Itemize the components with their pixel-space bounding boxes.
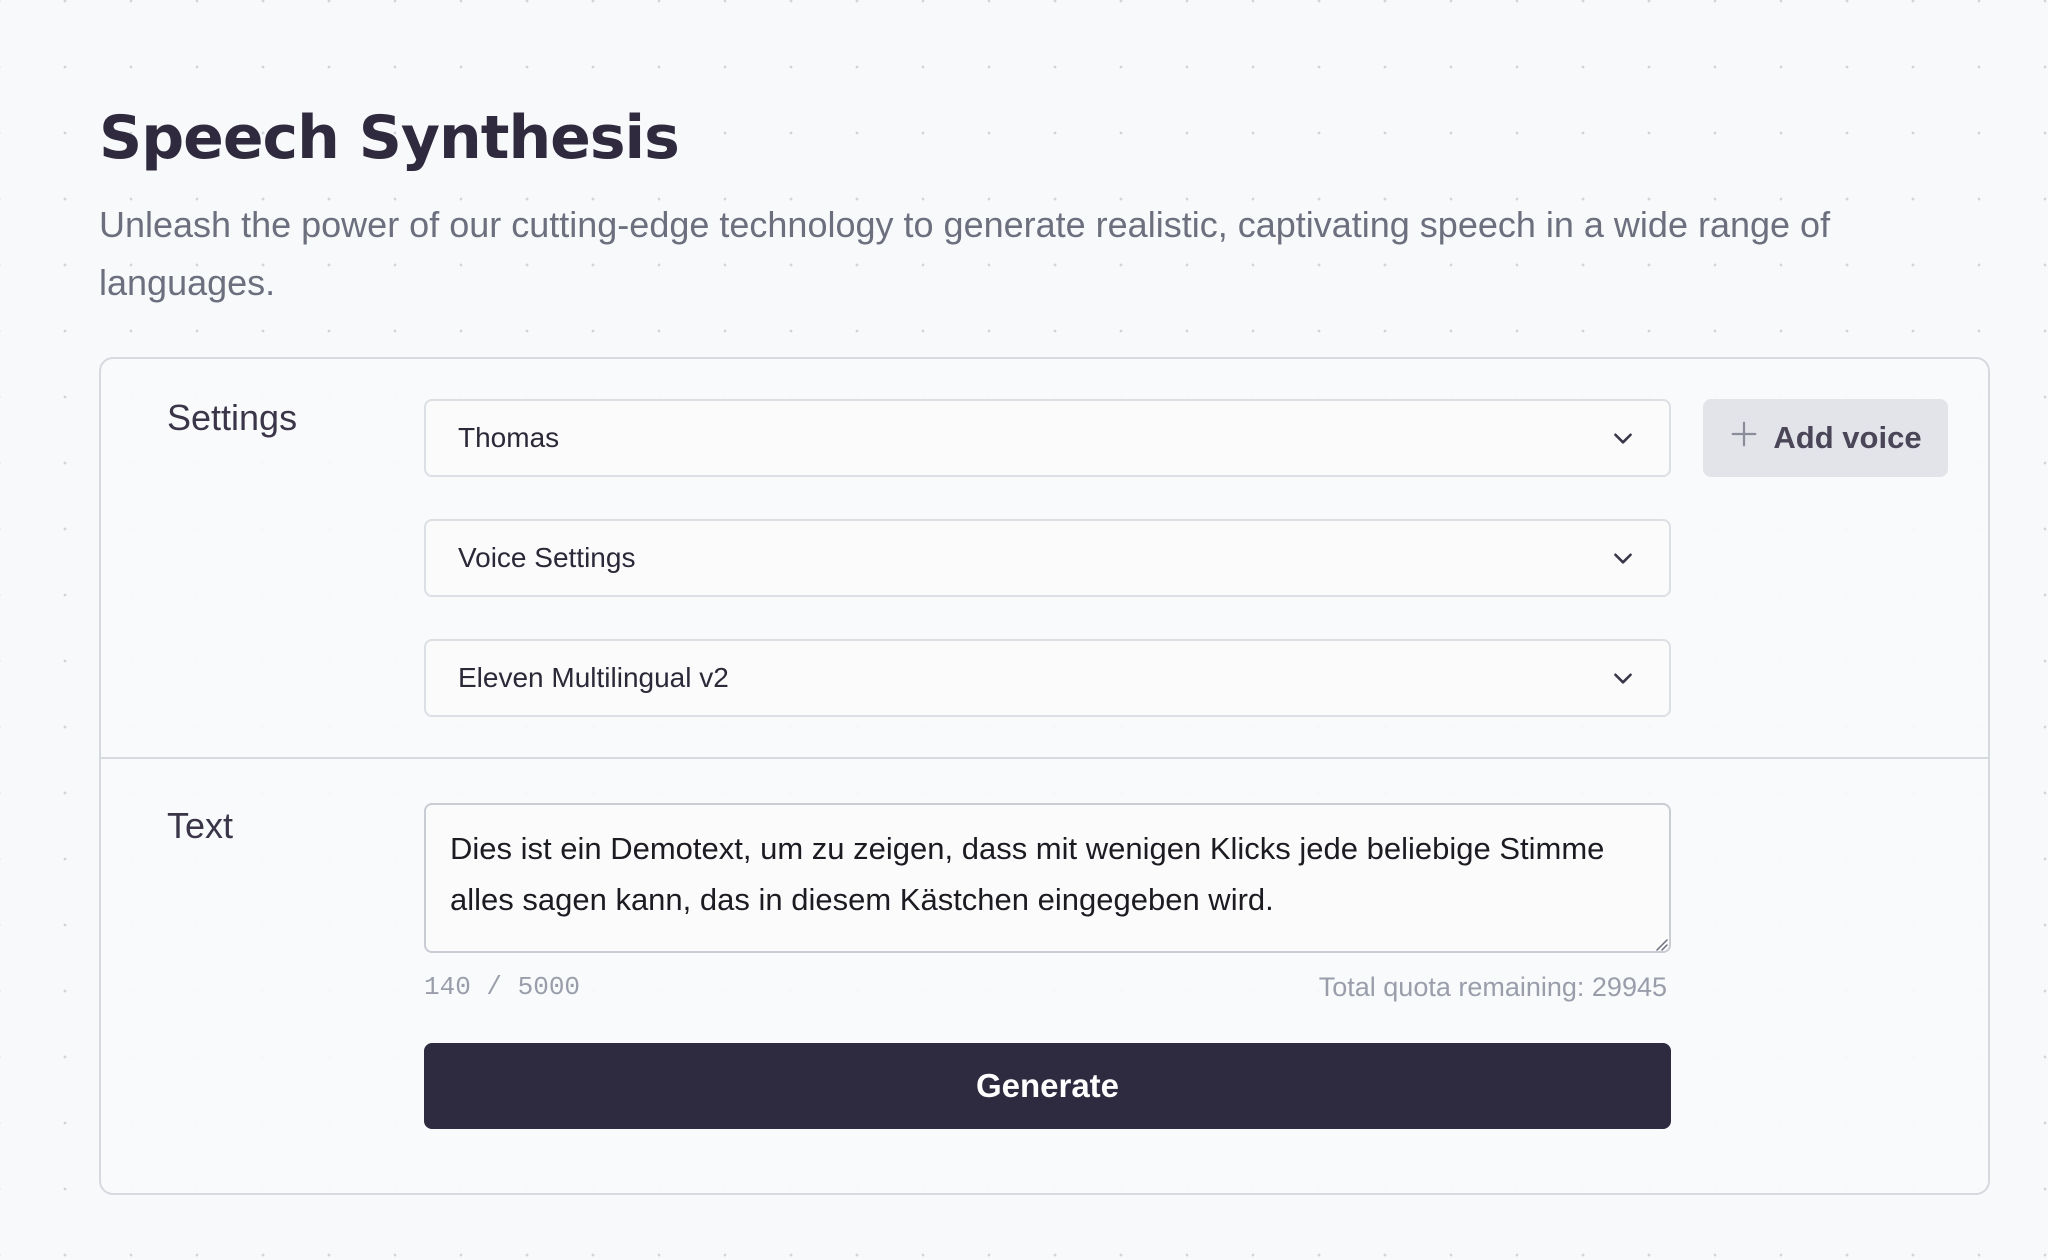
text-section: Text Dies ist ein Demotext, um zu zeigen…: [101, 759, 1988, 1195]
voice-select-value: Thomas: [458, 422, 560, 453]
chevron-down-icon: [1609, 664, 1637, 692]
chevron-down-icon: [1609, 544, 1637, 572]
voice-settings-select[interactable]: Voice Settings: [424, 519, 1671, 597]
page-title: Speech Synthesis: [99, 103, 680, 173]
quota-remaining: Total quota remaining: 29945: [1318, 972, 1667, 1002]
synthesis-card: Settings Thomas Add voice Voice Settings…: [99, 357, 1990, 1195]
add-voice-label: Add voice: [1773, 420, 1922, 455]
text-label: Text: [167, 805, 234, 846]
resize-handle-icon[interactable]: [1652, 935, 1668, 951]
page-header: Speech Synthesis Unleash the power of ou…: [99, 96, 1993, 312]
chevron-down-icon: [1609, 424, 1637, 452]
plus-icon: [1729, 419, 1759, 457]
generate-button[interactable]: Generate: [424, 1043, 1671, 1129]
text-input[interactable]: Dies ist ein Demotext, um zu zeigen, das…: [424, 803, 1671, 953]
voice-select[interactable]: Thomas: [424, 399, 1671, 477]
settings-section: Settings Thomas Add voice Voice Settings…: [101, 359, 1988, 759]
voice-settings-value: Voice Settings: [458, 542, 636, 573]
add-voice-button[interactable]: Add voice: [1703, 399, 1948, 477]
model-select-value: Eleven Multilingual v2: [458, 662, 729, 693]
page-subtitle: Unleash the power of our cutting-edge te…: [99, 204, 1831, 303]
character-count: 140 / 5000: [424, 972, 581, 1002]
settings-label: Settings: [167, 397, 298, 438]
model-select[interactable]: Eleven Multilingual v2: [424, 639, 1671, 717]
